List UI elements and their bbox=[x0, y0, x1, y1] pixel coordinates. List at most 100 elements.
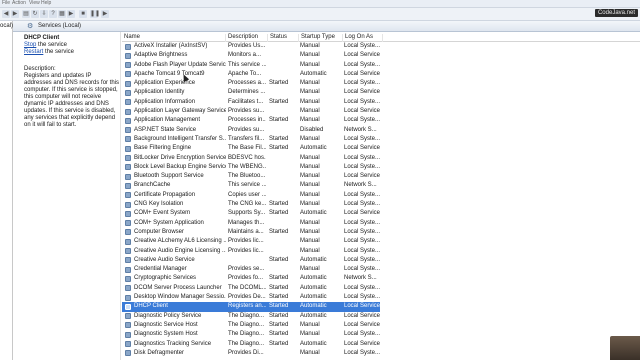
stop-suffix: the service bbox=[36, 42, 68, 48]
service-icon bbox=[125, 62, 131, 69]
service-description: Provides lic... bbox=[228, 247, 264, 254]
service-status: Started bbox=[269, 256, 289, 263]
service-row[interactable]: Diagnostics Tracking Service The Diagno..… bbox=[122, 340, 640, 349]
service-row[interactable]: Creative ALchemy AL6 Licensing ... Provid… bbox=[122, 237, 640, 246]
service-icon bbox=[125, 266, 131, 273]
properties-icon[interactable]: ▦ bbox=[58, 10, 66, 18]
service-log-on-as: Local Service bbox=[344, 173, 381, 180]
service-description: Processes in... bbox=[228, 117, 266, 124]
service-row[interactable]: Diagnostic Policy Service The Diagno... St… bbox=[122, 312, 640, 321]
start-service-icon[interactable]: ▶ bbox=[67, 10, 75, 18]
menu-help[interactable]: Help bbox=[41, 0, 51, 6]
column-description[interactable]: Description bbox=[226, 34, 268, 42]
service-row[interactable]: Application Identity Determines ... Manual… bbox=[122, 88, 640, 97]
column-log-on-as[interactable]: Log On As bbox=[343, 34, 383, 42]
service-log-on-as: Network S... bbox=[344, 275, 377, 282]
service-log-on-as: Local Syste... bbox=[344, 135, 381, 142]
pause-service-icon[interactable]: ❚❚ bbox=[90, 10, 100, 18]
service-row[interactable]: Apache Tomcat 9 Tomcat9 Apache To... Autom… bbox=[122, 70, 640, 79]
service-row[interactable]: Application Layer Gateway Service Provide… bbox=[122, 107, 640, 116]
service-row[interactable]: DCOM Server Process Launcher The DCOML...… bbox=[122, 284, 640, 293]
service-name: DHCP Client bbox=[134, 303, 168, 310]
service-row[interactable]: Adobe Flash Player Update Service This se… bbox=[122, 61, 640, 70]
stop-service-icon[interactable]: ■ bbox=[79, 10, 87, 18]
service-icon bbox=[125, 127, 131, 134]
service-description: The Diagno... bbox=[228, 321, 265, 328]
menu-view[interactable]: View bbox=[29, 0, 40, 6]
selected-service-title: DHCP Client bbox=[24, 35, 60, 41]
service-row[interactable]: COM+ System Application Manages th... Manu… bbox=[122, 219, 640, 228]
service-row[interactable]: Diagnostic System Host The Diagno... Start… bbox=[122, 330, 640, 339]
service-log-on-as: Local Syste... bbox=[344, 80, 381, 87]
service-row[interactable]: Application Experience Processes a... Star… bbox=[122, 79, 640, 88]
service-status: Started bbox=[269, 275, 289, 282]
service-row[interactable]: Application Management Processes in... Sta… bbox=[122, 116, 640, 125]
service-description: Copies user ... bbox=[228, 191, 266, 198]
menu-file[interactable]: File bbox=[2, 0, 10, 6]
help-icon[interactable]: ? bbox=[49, 10, 57, 18]
console-tree-item[interactable]: ocal) bbox=[0, 23, 13, 29]
service-startup-type: Manual bbox=[300, 154, 320, 161]
service-row[interactable]: Computer Browser Maintains a... Started Man… bbox=[122, 228, 640, 237]
service-row[interactable]: Application Information Facilitates t... S… bbox=[122, 98, 640, 107]
service-log-on-as: Local Syste... bbox=[344, 163, 381, 170]
service-row[interactable]: Adaptive Brightness Monitors a... Manual Lo… bbox=[122, 51, 640, 60]
restart-service-icon[interactable]: ▶ bbox=[101, 10, 109, 18]
back-icon[interactable]: ◀ bbox=[2, 10, 10, 18]
service-description: Provides Di... bbox=[228, 349, 264, 356]
restart-link[interactable]: Restart bbox=[24, 49, 43, 55]
service-name: Application Management bbox=[134, 117, 201, 124]
service-icon bbox=[125, 164, 131, 171]
refresh-icon[interactable]: ↻ bbox=[31, 10, 39, 18]
stop-link[interactable]: Stop bbox=[24, 42, 36, 48]
services-list: Name Description Status Startup Type Log… bbox=[122, 32, 640, 360]
service-row[interactable]: Desktop Window Manager Sessio... Provides… bbox=[122, 293, 640, 302]
service-startup-type: Manual bbox=[300, 163, 320, 170]
service-status: Started bbox=[269, 294, 289, 301]
column-status[interactable]: Status bbox=[268, 34, 299, 42]
service-description: Provides su... bbox=[228, 126, 265, 133]
service-name: Diagnostic System Host bbox=[134, 331, 198, 338]
service-row[interactable]: Credential Manager Provides se... Manual Lo… bbox=[122, 265, 640, 274]
service-row[interactable]: BranchCache This service ... Manual Network… bbox=[122, 181, 640, 190]
service-row[interactable]: Cryptographic Services Provides fo... Star… bbox=[122, 274, 640, 283]
service-log-on-as: Local Syste... bbox=[344, 117, 381, 124]
export-icon[interactable]: ⇩ bbox=[40, 10, 48, 18]
console-tree-icon[interactable]: ▤ bbox=[22, 10, 30, 18]
service-status: Started bbox=[269, 80, 289, 87]
service-row[interactable]: BitLocker Drive Encryption Service BDESVC… bbox=[122, 154, 640, 163]
column-name[interactable]: Name bbox=[122, 34, 226, 42]
menu-action[interactable]: Action bbox=[12, 0, 26, 6]
service-icon bbox=[125, 145, 131, 152]
service-row[interactable]: Creative Audio Service Started Automatic Lo… bbox=[122, 256, 640, 265]
service-description: Supports Sy... bbox=[228, 210, 266, 217]
service-startup-type: Manual bbox=[300, 135, 320, 142]
column-startup-type[interactable]: Startup Type bbox=[299, 34, 343, 42]
service-log-on-as: Local Syste... bbox=[344, 98, 381, 105]
service-row[interactable]: ASP.NET State Service Provides su... Disab… bbox=[122, 126, 640, 135]
service-row[interactable]: Creative Audio Engine Licensing ... Provi… bbox=[122, 247, 640, 256]
service-log-on-as: Local Service bbox=[344, 89, 381, 96]
service-row[interactable]: ActiveX Installer (AxInstSV) Provides Us.… bbox=[122, 42, 640, 51]
service-row[interactable]: Background Intelligent Transfer S... Tran… bbox=[122, 135, 640, 144]
service-row[interactable]: DHCP Client Registers an... Started Automat… bbox=[122, 302, 380, 312]
service-name: Application Experience bbox=[134, 80, 196, 87]
service-row[interactable]: Base Filtering Engine The Base Fil... Star… bbox=[122, 144, 640, 153]
service-startup-type: Manual bbox=[300, 238, 320, 245]
service-row[interactable]: COM+ Event System Supports Sy... Started Au… bbox=[122, 209, 640, 218]
service-row[interactable]: Bluetooth Support Service The Bluetoo... M… bbox=[122, 172, 640, 181]
service-row[interactable]: Disk Defragmenter Provides Di... Manual Loc… bbox=[122, 349, 640, 358]
service-row[interactable]: Certificate Propagation Copies user ... Ma… bbox=[122, 191, 640, 200]
service-status: Started bbox=[269, 284, 289, 291]
service-status: Started bbox=[269, 201, 289, 208]
service-log-on-as: Local Syste... bbox=[344, 219, 381, 226]
forward-icon[interactable]: ▶ bbox=[11, 10, 19, 18]
watermark: CodeJava.net bbox=[594, 9, 638, 17]
service-row[interactable]: Diagnostic Service Host The Diagno... Star… bbox=[122, 321, 640, 330]
service-icon bbox=[125, 201, 131, 208]
service-row[interactable]: Block Level Backup Engine Service The WBE… bbox=[122, 163, 640, 172]
service-startup-type: Manual bbox=[300, 108, 320, 115]
service-name: Diagnostic Service Host bbox=[134, 321, 198, 328]
service-description: Manages th... bbox=[228, 219, 265, 226]
service-row[interactable]: CNG Key Isolation The CNG ke... Started Man… bbox=[122, 200, 640, 209]
